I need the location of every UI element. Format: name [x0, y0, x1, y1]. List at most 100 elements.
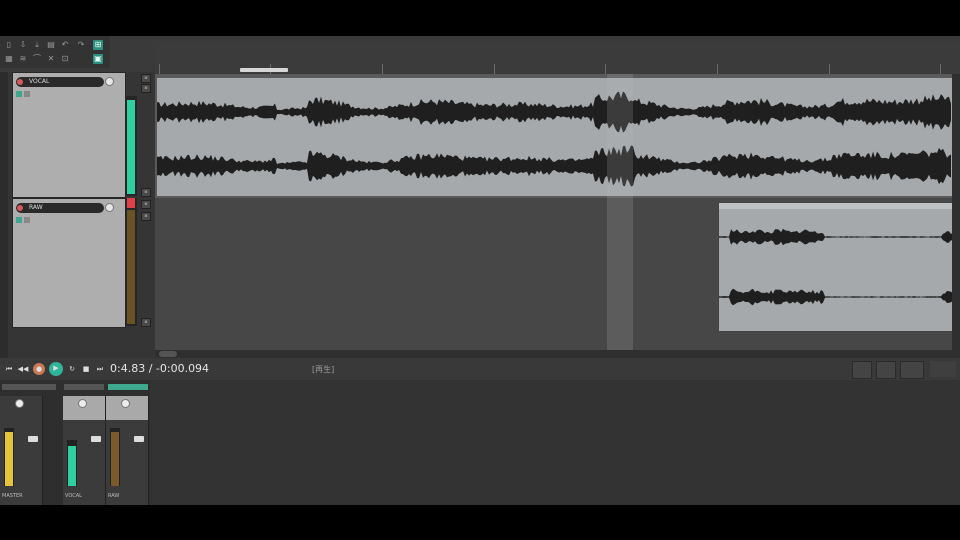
meter-clip-indicator — [127, 198, 135, 208]
volume-fader[interactable] — [134, 436, 144, 442]
input-icon[interactable] — [24, 90, 30, 97]
lock-icon[interactable]: ⊡ — [60, 54, 70, 64]
track-solo-button[interactable]: ▪ — [141, 318, 151, 327]
scroll-thumb[interactable] — [159, 351, 177, 357]
track-name-field[interactable]: VOCAL — [16, 77, 114, 87]
strip-meter — [67, 440, 77, 486]
mixer-master-label — [2, 384, 56, 390]
crossfade-icon[interactable]: ✕ — [46, 54, 56, 64]
volume-knob[interactable] — [105, 203, 114, 212]
strip-header — [63, 396, 105, 420]
track-env-button[interactable]: ▪ — [141, 84, 151, 93]
track-fx-row[interactable] — [16, 216, 32, 223]
volume-fader[interactable] — [91, 436, 101, 442]
waveform-right-channel — [157, 145, 951, 187]
time-signature-box[interactable] — [876, 361, 896, 379]
pan-knob[interactable] — [121, 399, 130, 408]
track-env-button[interactable]: ▪ — [141, 212, 151, 221]
grid-icon[interactable]: ▦ — [4, 54, 14, 64]
daw-window: ▯ ⇩ ⤓ ▤ ↶ ↷ ⊞ ▦ ≋ ⌒ ✕ ⊡ ▣ VOCAL ▪ ▪ ▪ RA… — [0, 36, 960, 505]
track-header-2[interactable]: RAW — [12, 198, 126, 328]
media-item-title — [719, 203, 953, 209]
meter-level — [5, 432, 13, 486]
mixer-strip-vocal[interactable]: VOCAL — [63, 396, 106, 505]
go-to-start-icon[interactable]: ⏮ — [3, 363, 15, 375]
pan-knob[interactable] — [78, 399, 87, 408]
mixer-strip-master[interactable]: MASTER — [0, 396, 43, 505]
strip-name: RAW — [108, 493, 120, 499]
rate-box[interactable] — [900, 361, 924, 379]
bpm-box[interactable] — [852, 361, 872, 379]
meter-level — [127, 100, 135, 194]
horizontal-scrollbar[interactable] — [155, 350, 960, 358]
track-solo-button[interactable]: ▪ — [141, 188, 151, 197]
docker-empty-area — [150, 380, 960, 505]
track-io-button[interactable]: ▪ — [141, 200, 151, 209]
stop-icon[interactable]: ■ — [80, 363, 92, 375]
fx-icon[interactable] — [16, 90, 22, 97]
snap-icon[interactable]: ⊞ — [93, 40, 103, 50]
redo-icon[interactable]: ↷ — [76, 40, 86, 50]
main-toolbar: ▯ ⇩ ⤓ ▤ ↶ ↷ ⊞ ▦ ≋ ⌒ ✕ ⊡ ▣ — [0, 36, 110, 68]
strip-meter — [110, 428, 120, 486]
track-lane-2[interactable] — [155, 198, 960, 350]
track-io-button[interactable]: ▪ — [141, 74, 151, 83]
envelope-icon[interactable]: ⌒ — [32, 54, 42, 64]
undo-icon[interactable]: ↶ — [60, 40, 70, 50]
record-arm-icon[interactable] — [17, 79, 23, 85]
strip-header — [106, 396, 148, 420]
record-button[interactable]: ● — [33, 363, 45, 375]
track-header-1[interactable]: VOCAL — [12, 72, 126, 198]
grid-settings-box[interactable] — [930, 361, 956, 377]
fx-icon[interactable] — [16, 216, 22, 223]
auto-crossfade-icon[interactable]: ▣ — [93, 54, 103, 64]
input-icon[interactable] — [24, 216, 30, 223]
mixer-panel: MASTER VOCAL RAW — [0, 380, 150, 505]
pan-knob[interactable] — [15, 399, 24, 408]
track-fx-row[interactable] — [16, 90, 32, 97]
mixer-track-label — [64, 384, 104, 390]
rewind-icon[interactable]: ◀◀ — [17, 363, 29, 375]
media-item-2[interactable] — [718, 202, 954, 332]
track-meter-2 — [125, 198, 137, 326]
record-arm-icon[interactable] — [17, 205, 23, 211]
meter-level — [127, 210, 135, 324]
media-item-1[interactable] — [157, 78, 952, 196]
meter-level — [111, 432, 119, 486]
volume-fader[interactable] — [28, 436, 38, 442]
strip-header — [0, 396, 42, 420]
strip-meter — [4, 428, 14, 486]
waveform-left-channel — [157, 91, 951, 133]
track-lane-1[interactable] — [155, 74, 960, 198]
track-name-label: RAW — [29, 204, 43, 211]
waveform-right-channel — [719, 288, 953, 306]
mixer-track-label — [108, 384, 148, 390]
strip-name: MASTER — [2, 493, 23, 499]
open-icon[interactable]: ⇩ — [18, 40, 28, 50]
track-name-label: VOCAL — [29, 78, 50, 85]
volume-knob[interactable] — [105, 77, 114, 86]
transport-status: [再生] — [312, 365, 335, 374]
track-meter-1 — [125, 96, 137, 196]
time-display: 0:4.83 / -0:00.094 — [110, 362, 210, 375]
strip-name: VOCAL — [65, 493, 82, 499]
track-name-field[interactable]: RAW — [16, 203, 114, 213]
track-control-panel: VOCAL ▪ ▪ ▪ RAW ▪ ▪ ▪ — [0, 72, 155, 366]
waveform-left-channel — [719, 228, 953, 246]
save-icon[interactable]: ⤓ — [32, 40, 42, 50]
timeline-ruler[interactable] — [155, 42, 960, 75]
transport-bar: ⏮ ◀◀ ● ▶ ↻ ■ ⏭ 0:4.83 / -0:00.094 [再生] — [0, 358, 960, 380]
loop-icon[interactable]: ↻ — [66, 363, 78, 375]
new-icon[interactable]: ▯ — [4, 40, 14, 50]
ripple-icon[interactable]: ≋ — [18, 54, 28, 64]
arrange-view[interactable] — [155, 74, 960, 350]
settings-icon[interactable]: ▤ — [46, 40, 56, 50]
loop-region-marker[interactable] — [240, 68, 288, 72]
time-selection-band[interactable] — [607, 74, 633, 350]
play-button[interactable]: ▶ — [49, 362, 63, 376]
tcp-left-strip — [0, 72, 8, 366]
vertical-scrollbar[interactable] — [952, 74, 960, 350]
go-to-end-icon[interactable]: ⏭ — [94, 363, 106, 375]
meter-level — [68, 446, 76, 486]
mixer-strip-raw[interactable]: RAW — [106, 396, 149, 505]
